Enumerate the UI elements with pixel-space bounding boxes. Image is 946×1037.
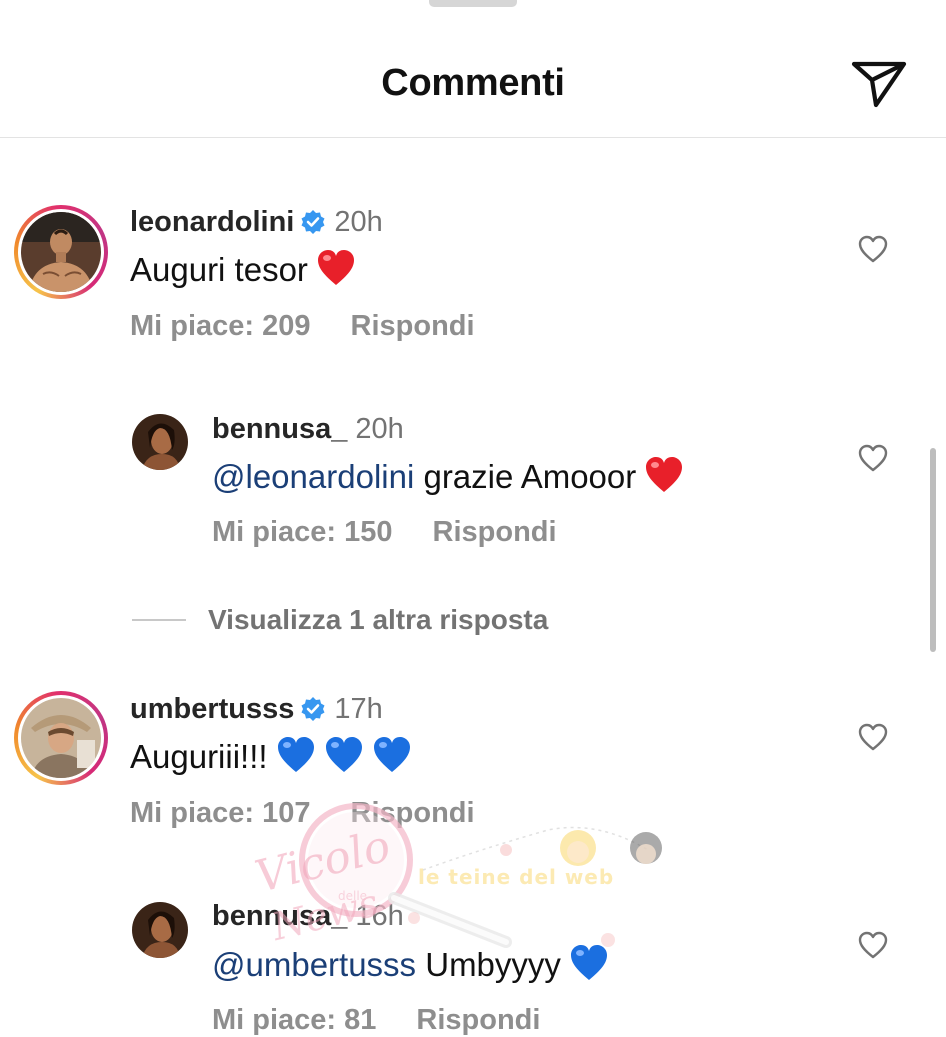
- comment-text: @leonardolini grazie Amooor: [212, 456, 684, 496]
- view-more-label: Visualizza 1 altra risposta: [208, 604, 549, 635]
- comment-actions: Mi piace: 107 Rispondi: [130, 797, 475, 830]
- profile-photo: [21, 698, 101, 778]
- comment-header: bennusa_ 20h: [212, 413, 404, 446]
- avatar[interactable]: [14, 205, 108, 299]
- username[interactable]: leonardolini: [130, 206, 294, 238]
- profile-photo: [132, 902, 188, 958]
- mention-link[interactable]: @umbertusss: [212, 946, 416, 983]
- mention-link[interactable]: @leonardolini: [212, 458, 414, 495]
- comment-body: Umbyyyy: [416, 946, 561, 983]
- avatar[interactable]: [132, 414, 188, 470]
- blue-heart-icon: [373, 737, 410, 772]
- reply-button[interactable]: Rispondi: [351, 797, 475, 829]
- red-heart-icon: [317, 250, 354, 285]
- comment-body: Auguriii!!!: [130, 738, 268, 775]
- verified-badge-icon: [301, 697, 325, 721]
- comment-body: grazie Amooor: [414, 458, 637, 495]
- heart-outline-icon[interactable]: [858, 723, 888, 751]
- heart-outline-icon[interactable]: [858, 235, 888, 263]
- reply-button[interactable]: Rispondi: [416, 1004, 540, 1036]
- red-heart-icon: [646, 457, 683, 492]
- username[interactable]: bennusa_: [212, 900, 347, 932]
- paper-plane-icon[interactable]: [850, 58, 908, 110]
- likes-count[interactable]: Mi piace: 150: [212, 516, 393, 548]
- comment-time: 16h: [355, 900, 404, 932]
- reply-button[interactable]: Rispondi: [351, 310, 475, 342]
- comment-header: leonardolini 20h: [130, 206, 383, 239]
- view-more-replies[interactable]: Visualizza 1 altra risposta: [132, 603, 548, 637]
- reply-button[interactable]: Rispondi: [433, 516, 557, 548]
- username[interactable]: bennusa_: [212, 413, 347, 445]
- page-title: Commenti: [381, 62, 565, 104]
- comment-header: bennusa_ 16h: [212, 900, 404, 933]
- comment-actions: Mi piace: 150 Rispondi: [212, 516, 557, 549]
- blue-heart-icon: [277, 737, 314, 772]
- comment-text: @umbertusss Umbyyyy: [212, 944, 609, 984]
- avatar[interactable]: [14, 691, 108, 785]
- comment-actions: Mi piace: 209 Rispondi: [130, 310, 475, 343]
- profile-photo: [21, 212, 101, 292]
- comment-text: Auguriii!!!: [130, 736, 412, 776]
- blue-heart-icon: [325, 737, 362, 772]
- likes-count[interactable]: Mi piace: 107: [130, 797, 311, 829]
- comment-actions: Mi piace: 81 Rispondi: [212, 1004, 540, 1037]
- profile-photo: [132, 414, 188, 470]
- comment-time: 20h: [355, 413, 404, 445]
- likes-count[interactable]: Mi piace: 209: [130, 310, 311, 342]
- comment-text: Auguri tesor: [130, 249, 356, 289]
- comment-body: Auguri tesor: [130, 251, 308, 288]
- svg-text:le teine del web: le teine del web: [418, 865, 614, 889]
- blue-heart-icon: [570, 945, 607, 980]
- likes-count[interactable]: Mi piace: 81: [212, 1004, 376, 1036]
- comment-time: 17h: [334, 693, 383, 725]
- comment-time: 20h: [334, 206, 383, 238]
- avatar[interactable]: [132, 902, 188, 958]
- comment-header: umbertusss 17h: [130, 693, 383, 726]
- divider: [132, 619, 186, 621]
- comments-header: Commenti: [0, 0, 946, 138]
- heart-outline-icon[interactable]: [858, 931, 888, 959]
- svg-text:Vicolo: Vicolo: [250, 820, 395, 903]
- username[interactable]: umbertusss: [130, 693, 294, 725]
- verified-badge-icon: [301, 210, 325, 234]
- scrollbar[interactable]: [930, 448, 936, 652]
- heart-outline-icon[interactable]: [858, 444, 888, 472]
